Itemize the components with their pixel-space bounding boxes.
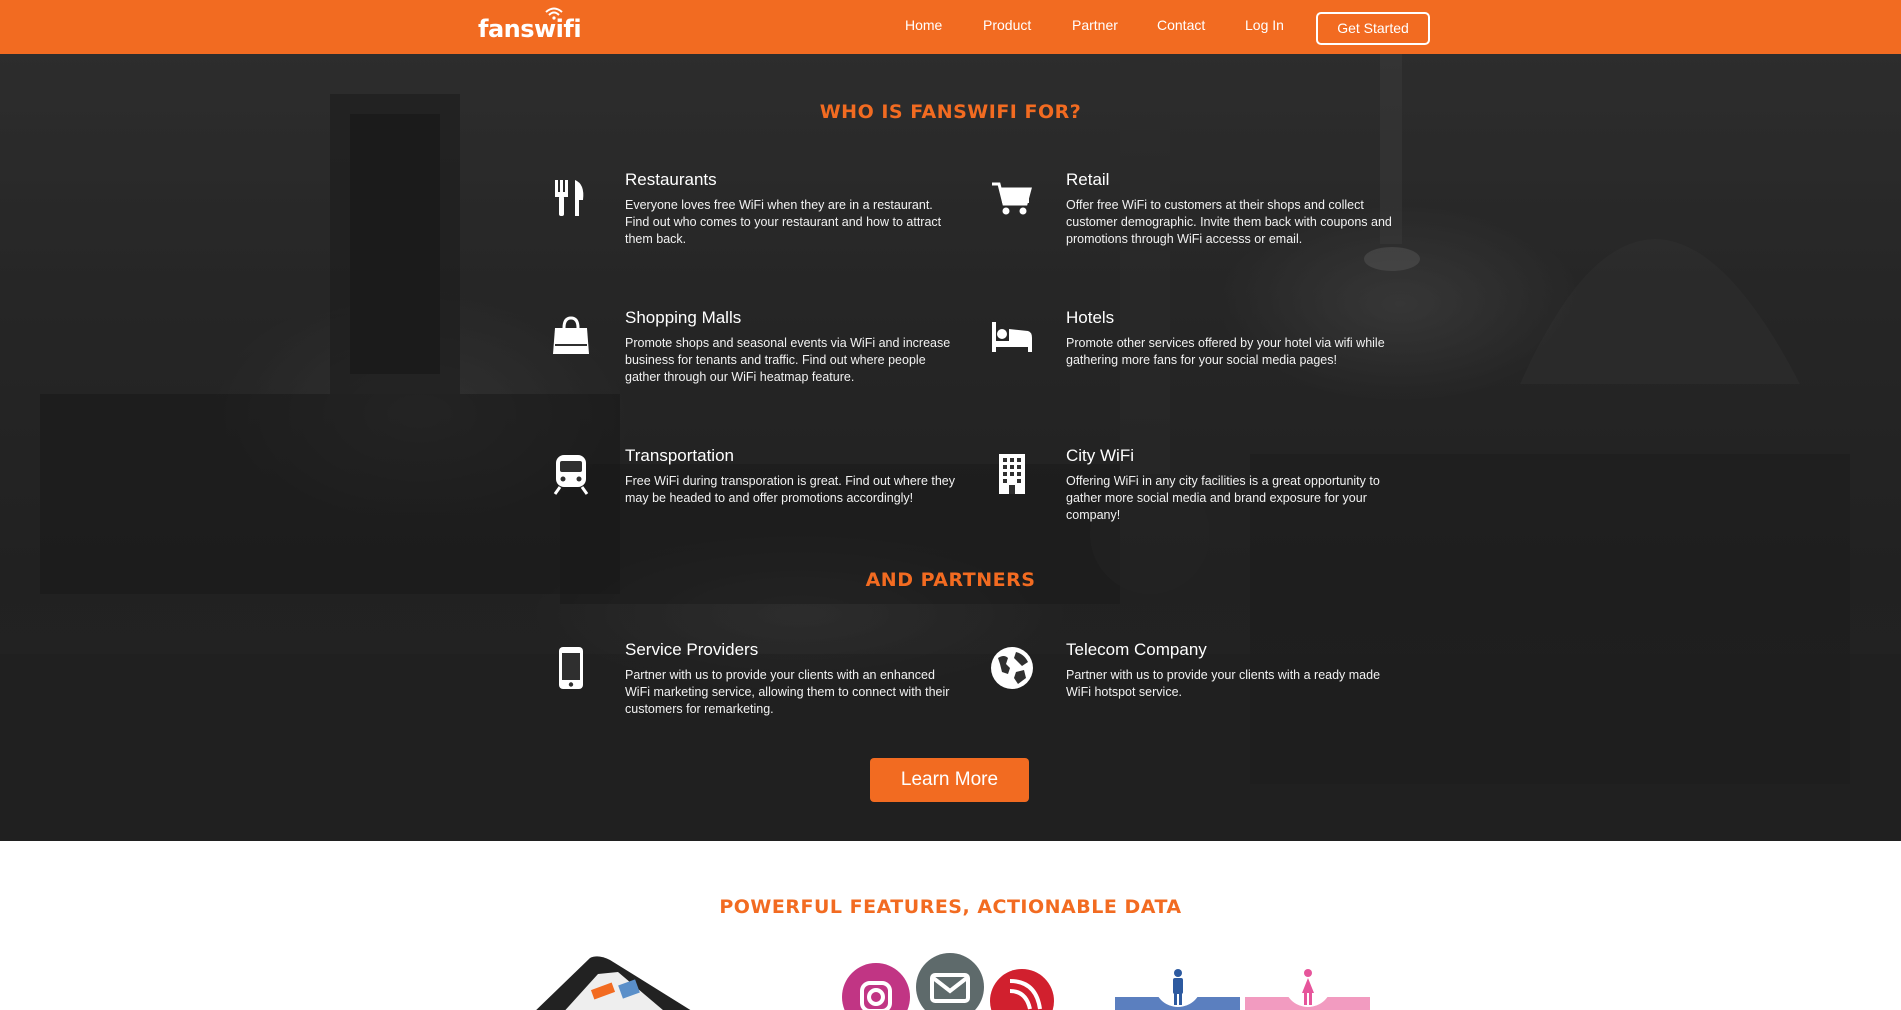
feature-title: Telecom Company bbox=[1066, 640, 1207, 659]
feature-desc: Partner with us to provide your clients … bbox=[625, 668, 950, 716]
cart-icon bbox=[992, 182, 1032, 215]
building-icon bbox=[999, 454, 1025, 494]
who-heading: WHO IS FANSWIFI FOR? bbox=[819, 101, 1082, 123]
feature-title: Transportation bbox=[625, 446, 734, 465]
feature-shopping-malls: Shopping Malls Promote shops and seasona… bbox=[553, 308, 955, 386]
nav-login[interactable]: Log In bbox=[1245, 17, 1284, 33]
get-started-button[interactable]: Get Started bbox=[1316, 12, 1430, 45]
feature-title: Restaurants bbox=[625, 170, 717, 189]
mobile-phone-icon bbox=[559, 647, 583, 689]
fork-knife-icon bbox=[555, 180, 584, 216]
feature-retail: Retail Offer free WiFi to customers at t… bbox=[992, 170, 1396, 248]
bed-icon bbox=[992, 322, 1032, 352]
feature-desc: Promote other services offered by your h… bbox=[1066, 336, 1385, 367]
feature-desc: Partner with us to provide your clients … bbox=[1066, 668, 1381, 699]
feature-title: City WiFi bbox=[1066, 446, 1134, 465]
top-navbar: fanswifi Home Product Partner Contact Lo… bbox=[0, 0, 1901, 54]
wifi-icon bbox=[545, 7, 563, 20]
social-channels-image bbox=[838, 951, 1058, 1010]
train-icon bbox=[553, 455, 589, 495]
feature-transportation: Transportation Free WiFi during transpor… bbox=[553, 446, 956, 507]
learn-more-button[interactable]: Learn More bbox=[870, 758, 1029, 802]
feature-desc: Everyone loves free WiFi when they are i… bbox=[625, 198, 942, 246]
logo-text: fanswifi bbox=[478, 15, 582, 43]
feature-title: Retail bbox=[1066, 170, 1110, 189]
features-heading: POWERFUL FEATURES, ACTIONABLE DATA bbox=[719, 896, 1182, 918]
feature-city-wifi: City WiFi Offering WiFi in any city faci… bbox=[999, 446, 1396, 524]
demographics-image bbox=[1115, 959, 1370, 1010]
nav-home[interactable]: Home bbox=[905, 17, 942, 33]
nav-product[interactable]: Product bbox=[983, 17, 1031, 33]
feature-title: Shopping Malls bbox=[625, 308, 742, 327]
feature-desc: Offer free WiFi to customers at their sh… bbox=[1066, 198, 1392, 246]
features-section: POWERFUL FEATURES, ACTIONABLE DATA bbox=[0, 841, 1901, 1010]
who-is-for-section: WHO IS FANSWIFI FOR? Restaurants Everyon… bbox=[0, 54, 1901, 841]
feature-service-providers: Service Providers Partner with us to pro… bbox=[559, 640, 955, 718]
globe-icon bbox=[991, 647, 1033, 689]
feature-restaurants: Restaurants Everyone loves free WiFi whe… bbox=[555, 170, 955, 248]
feature-hotels: Hotels Promote other services offered by… bbox=[992, 308, 1396, 369]
feature-desc: Offering WiFi in any city facilities is … bbox=[1066, 474, 1380, 522]
partners-heading: AND PARTNERS bbox=[865, 569, 1036, 591]
feature-desc: Free WiFi during transporation is great.… bbox=[625, 474, 956, 505]
fanswifi-logo[interactable]: fanswifi bbox=[478, 7, 582, 43]
feature-title: Hotels bbox=[1066, 308, 1115, 327]
feature-desc: Promote shops and seasonal events via Wi… bbox=[625, 336, 951, 384]
nav-partner[interactable]: Partner bbox=[1072, 17, 1118, 33]
feature-title: Service Providers bbox=[625, 640, 759, 659]
nav-contact[interactable]: Contact bbox=[1157, 17, 1205, 33]
feature-telecom-company: Telecom Company Partner with us to provi… bbox=[991, 640, 1396, 701]
shopping-bag-icon bbox=[553, 316, 589, 354]
phone-mockup-image bbox=[536, 956, 691, 1010]
